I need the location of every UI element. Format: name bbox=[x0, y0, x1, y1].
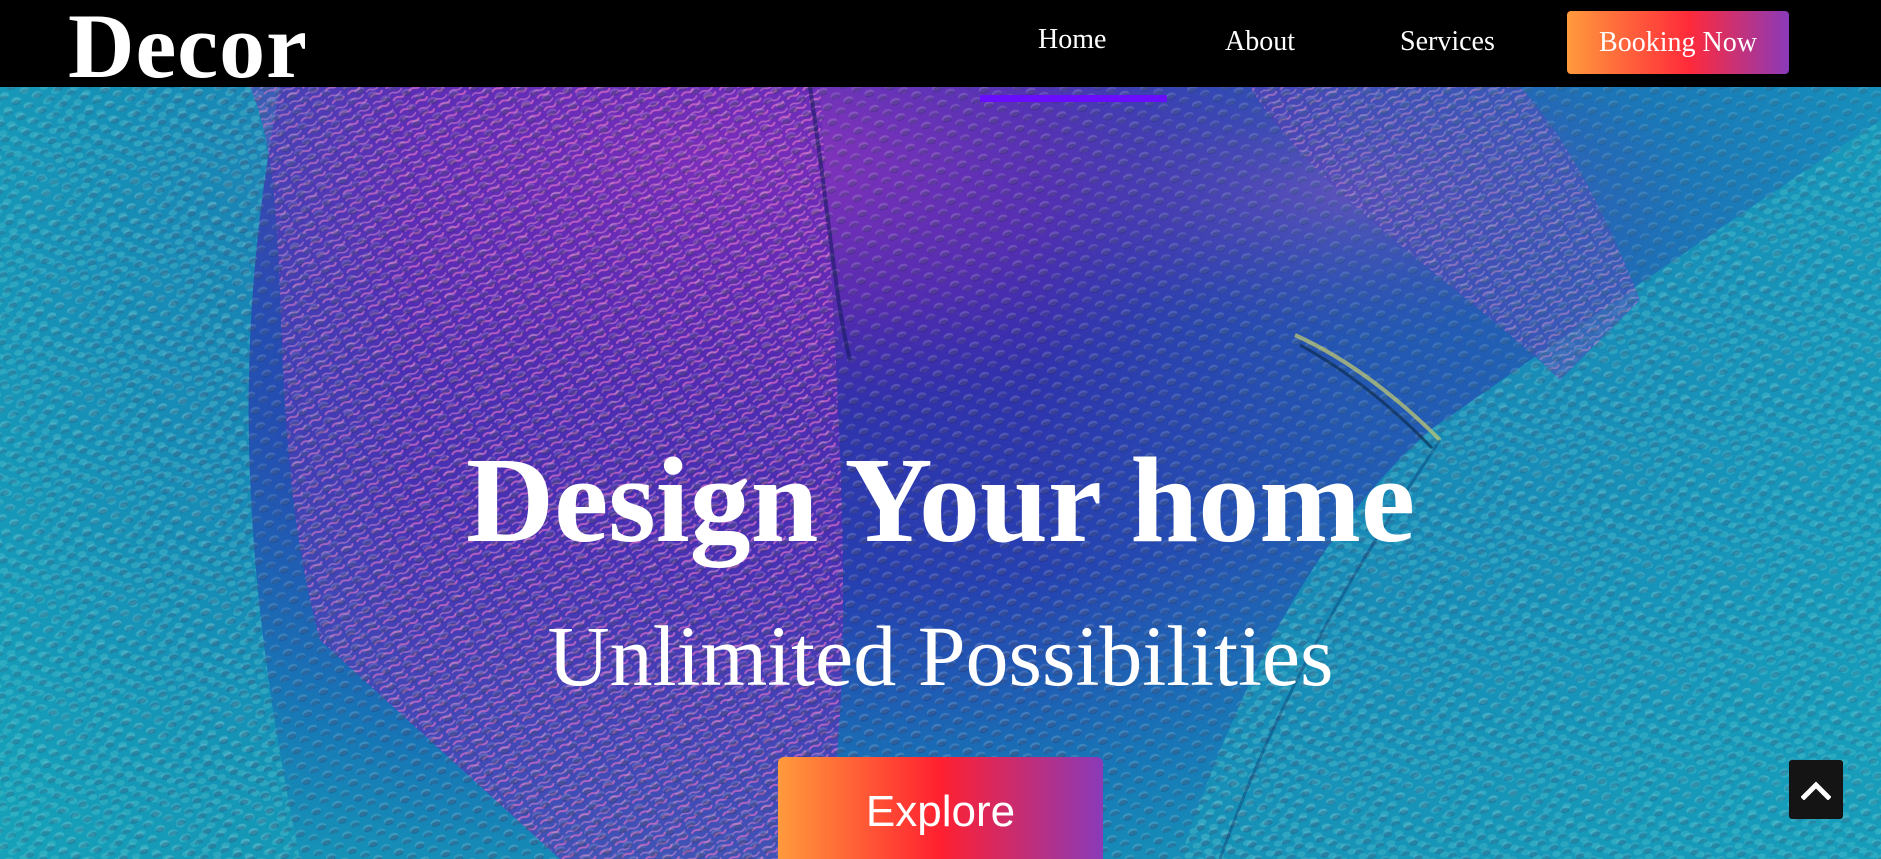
hero-title: Design Your home bbox=[466, 433, 1415, 568]
navbar: Decor Home About Services Booking Now bbox=[0, 0, 1881, 92]
scroll-to-top-button[interactable] bbox=[1789, 760, 1843, 819]
hero-background bbox=[0, 0, 1881, 859]
booking-now-button[interactable]: Booking Now bbox=[1567, 11, 1789, 74]
hero-subtitle: Unlimited Possibilities bbox=[547, 608, 1334, 704]
brand-logo[interactable]: Decor bbox=[68, 0, 308, 92]
chevron-up-icon bbox=[1801, 780, 1831, 800]
active-nav-indicator bbox=[980, 95, 1167, 102]
nav-item-about[interactable]: About bbox=[1225, 24, 1295, 60]
page: Decor Home About Services Booking Now De… bbox=[0, 0, 1881, 859]
nav-item-services[interactable]: Services bbox=[1400, 24, 1495, 60]
explore-button[interactable]: Explore bbox=[778, 757, 1103, 859]
fabric-texture-image bbox=[0, 0, 1881, 859]
nav-item-home[interactable]: Home bbox=[1038, 22, 1106, 58]
